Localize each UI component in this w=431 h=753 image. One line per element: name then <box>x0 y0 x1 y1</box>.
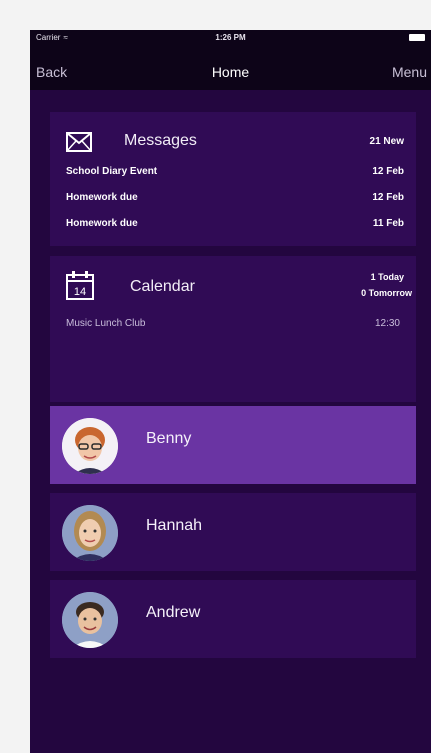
message-subject: Homework due <box>66 218 138 229</box>
messages-new-count: 21 New <box>369 136 404 147</box>
message-subject: Homework due <box>66 192 138 203</box>
child-photo-icon <box>62 592 118 648</box>
calendar-tomorrow-count: 0 Tomorrow <box>361 288 412 298</box>
child-row-benny[interactable]: Benny <box>50 406 416 484</box>
messages-card[interactable]: Messages 21 New School Diary Event 12 Fe… <box>50 112 416 246</box>
message-row[interactable]: School Diary Event 12 Feb <box>66 166 404 182</box>
child-row-hannah[interactable]: Hannah <box>50 493 416 571</box>
screenshot-canvas: Carrier ≈ 1:26 PM Back Home Menu Messages… <box>0 0 431 753</box>
calendar-today-count: 1 Today <box>370 272 404 282</box>
battery-icon <box>409 34 425 41</box>
avatar <box>62 505 118 561</box>
event-name: Music Lunch Club <box>66 318 146 329</box>
child-name: Benny <box>146 430 192 447</box>
messages-title: Messages <box>124 132 197 149</box>
envelope-icon <box>66 132 92 152</box>
calendar-icon: 14 <box>66 271 94 300</box>
page-title: Home <box>211 64 250 80</box>
avatar <box>62 592 118 648</box>
phone-screen: Carrier ≈ 1:26 PM Back Home Menu Messages… <box>30 30 431 753</box>
avatar <box>62 418 118 474</box>
calendar-card[interactable]: 14 Calendar 1 Today 0 Tomorrow Music Lun… <box>50 256 416 402</box>
message-date: 12 Feb <box>372 192 404 203</box>
message-subject: School Diary Event <box>66 166 158 177</box>
child-photo-icon <box>62 505 118 561</box>
child-row-andrew[interactable]: Andrew <box>50 580 416 658</box>
calendar-title: Calendar <box>130 278 195 295</box>
message-row[interactable]: Homework due 11 Feb <box>66 218 404 234</box>
status-bar: Carrier ≈ 1:26 PM <box>30 30 431 46</box>
status-time: 1:26 PM <box>215 33 246 42</box>
child-name: Hannah <box>146 517 203 534</box>
calendar-icon-day: 14 <box>74 286 86 298</box>
message-row[interactable]: Homework due 12 Feb <box>66 192 404 208</box>
child-photo-icon <box>62 418 118 474</box>
message-date: 12 Feb <box>372 166 404 177</box>
event-time: 12:30 <box>374 318 400 329</box>
message-date: 11 Feb <box>372 218 404 229</box>
nav-bar: Back Home Menu <box>30 46 431 90</box>
menu-button[interactable]: Menu <box>392 64 427 80</box>
child-name: Andrew <box>146 604 201 621</box>
